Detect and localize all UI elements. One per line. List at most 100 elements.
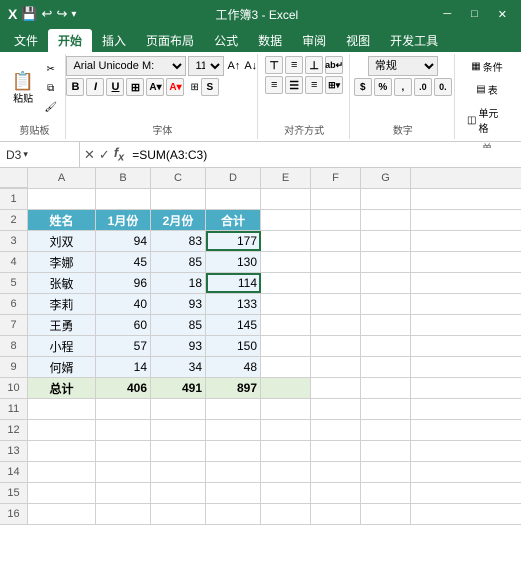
cell-d12[interactable] <box>206 420 261 440</box>
quick-access-more[interactable]: ▾ <box>71 9 76 20</box>
cell-g8[interactable] <box>361 336 411 356</box>
cell-e2[interactable] <box>261 210 311 230</box>
cell-d16[interactable] <box>206 504 261 524</box>
align-right-button[interactable]: ≡ <box>305 76 323 94</box>
cell-g5[interactable] <box>361 273 411 293</box>
underline-button[interactable]: U <box>106 78 124 96</box>
number-format-select[interactable]: 常规 <box>368 56 438 76</box>
cancel-formula-icon[interactable]: ✕ <box>84 147 95 163</box>
formula-input[interactable] <box>128 148 521 162</box>
cell-c14[interactable] <box>151 462 206 482</box>
cell-g9[interactable] <box>361 357 411 377</box>
restore-button[interactable]: □ <box>465 6 484 23</box>
cell-e4[interactable] <box>261 252 311 272</box>
tab-home[interactable]: 开始 <box>48 29 92 52</box>
col-header-c[interactable]: C <box>151 168 206 188</box>
cell-d14[interactable] <box>206 462 261 482</box>
cell-d6[interactable]: 133 <box>206 294 261 314</box>
cell-e7[interactable] <box>261 315 311 335</box>
cell-f9[interactable] <box>311 357 361 377</box>
tab-file[interactable]: 文件 <box>4 29 48 52</box>
cell-c13[interactable] <box>151 441 206 461</box>
cell-f3[interactable] <box>311 231 361 251</box>
cell-g4[interactable] <box>361 252 411 272</box>
cell-g15[interactable] <box>361 483 411 503</box>
format-as-table-button[interactable]: ▤表 <box>472 79 501 100</box>
cell-a1[interactable] <box>28 189 96 209</box>
cell-e14[interactable] <box>261 462 311 482</box>
col-header-f[interactable]: F <box>311 168 361 188</box>
border-button[interactable]: ⊞ <box>126 78 144 96</box>
increase-decimal-button[interactable]: .0 <box>414 78 432 96</box>
cell-d13[interactable] <box>206 441 261 461</box>
cell-c4[interactable]: 85 <box>151 252 206 272</box>
cell-c2[interactable]: 2月份 <box>151 210 206 230</box>
cell-e6[interactable] <box>261 294 311 314</box>
cell-f14[interactable] <box>311 462 361 482</box>
cell-e9[interactable] <box>261 357 311 377</box>
align-top-button[interactable]: ⊤ <box>265 56 283 74</box>
cell-c5[interactable]: 18 <box>151 273 206 293</box>
close-button[interactable]: ✕ <box>492 6 513 23</box>
cell-a6[interactable]: 李莉 <box>28 294 96 314</box>
cell-a11[interactable] <box>28 399 96 419</box>
tab-layout[interactable]: 页面布局 <box>136 29 204 52</box>
cell-d8[interactable]: 150 <box>206 336 261 356</box>
cell-c16[interactable] <box>151 504 206 524</box>
cell-f13[interactable] <box>311 441 361 461</box>
cell-e13[interactable] <box>261 441 311 461</box>
cell-g16[interactable] <box>361 504 411 524</box>
name-box-dropdown-icon[interactable]: ▾ <box>23 149 28 160</box>
cell-c6[interactable]: 93 <box>151 294 206 314</box>
cell-f2[interactable] <box>311 210 361 230</box>
cell-g1[interactable] <box>361 189 411 209</box>
cell-f15[interactable] <box>311 483 361 503</box>
cell-f10[interactable] <box>311 378 361 398</box>
cell-b2[interactable]: 1月份 <box>96 210 151 230</box>
confirm-formula-icon[interactable]: ✓ <box>99 147 110 163</box>
cut-button[interactable]: ✂ <box>40 61 61 78</box>
cell-d15[interactable] <box>206 483 261 503</box>
col-header-d[interactable]: D <box>206 168 261 188</box>
cell-a10[interactable]: 总计 <box>28 378 96 398</box>
tab-data[interactable]: 数据 <box>248 29 292 52</box>
cell-b11[interactable] <box>96 399 151 419</box>
cell-b7[interactable]: 60 <box>96 315 151 335</box>
cell-a5[interactable]: 张敏 <box>28 273 96 293</box>
redo-icon[interactable]: ↪ <box>56 6 67 22</box>
cell-e1[interactable] <box>261 189 311 209</box>
currency-button[interactable]: $ <box>354 78 372 96</box>
cell-b9[interactable]: 14 <box>96 357 151 377</box>
cell-d10[interactable]: 897 <box>206 378 261 398</box>
cell-e3[interactable] <box>261 231 311 251</box>
col-header-e[interactable]: E <box>261 168 311 188</box>
align-left-button[interactable]: ≡ <box>265 76 283 94</box>
cell-g3[interactable] <box>361 231 411 251</box>
tab-view[interactable]: 视图 <box>336 29 380 52</box>
merge-button[interactable]: ⊞▾ <box>325 76 343 94</box>
cell-c9[interactable]: 34 <box>151 357 206 377</box>
cell-a15[interactable] <box>28 483 96 503</box>
tab-developer[interactable]: 开发工具 <box>380 29 448 52</box>
font-grow-icon[interactable]: A↑ <box>226 59 241 73</box>
minimize-button[interactable]: ─ <box>437 6 457 23</box>
cell-a8[interactable]: 小程 <box>28 336 96 356</box>
cell-d3[interactable]: 177 <box>206 231 261 251</box>
col-header-g[interactable]: G <box>361 168 411 188</box>
align-middle-button[interactable]: ≡ <box>285 56 303 74</box>
cell-c10[interactable]: 491 <box>151 378 206 398</box>
cell-g12[interactable] <box>361 420 411 440</box>
tab-formula[interactable]: 公式 <box>204 29 248 52</box>
cell-b14[interactable] <box>96 462 151 482</box>
cell-a7[interactable]: 王勇 <box>28 315 96 335</box>
cell-e10[interactable] <box>261 378 311 398</box>
cell-e16[interactable] <box>261 504 311 524</box>
fill-color-button[interactable]: A▾ <box>146 78 164 96</box>
cell-a4[interactable]: 李娜 <box>28 252 96 272</box>
cell-g2[interactable] <box>361 210 411 230</box>
cell-a3[interactable]: 刘双 <box>28 231 96 251</box>
cell-d2[interactable]: 合计 <box>206 210 261 230</box>
undo-icon[interactable]: ↩ <box>42 6 53 22</box>
name-box[interactable]: D3 ▾ <box>0 142 80 167</box>
cell-e5[interactable] <box>261 273 311 293</box>
